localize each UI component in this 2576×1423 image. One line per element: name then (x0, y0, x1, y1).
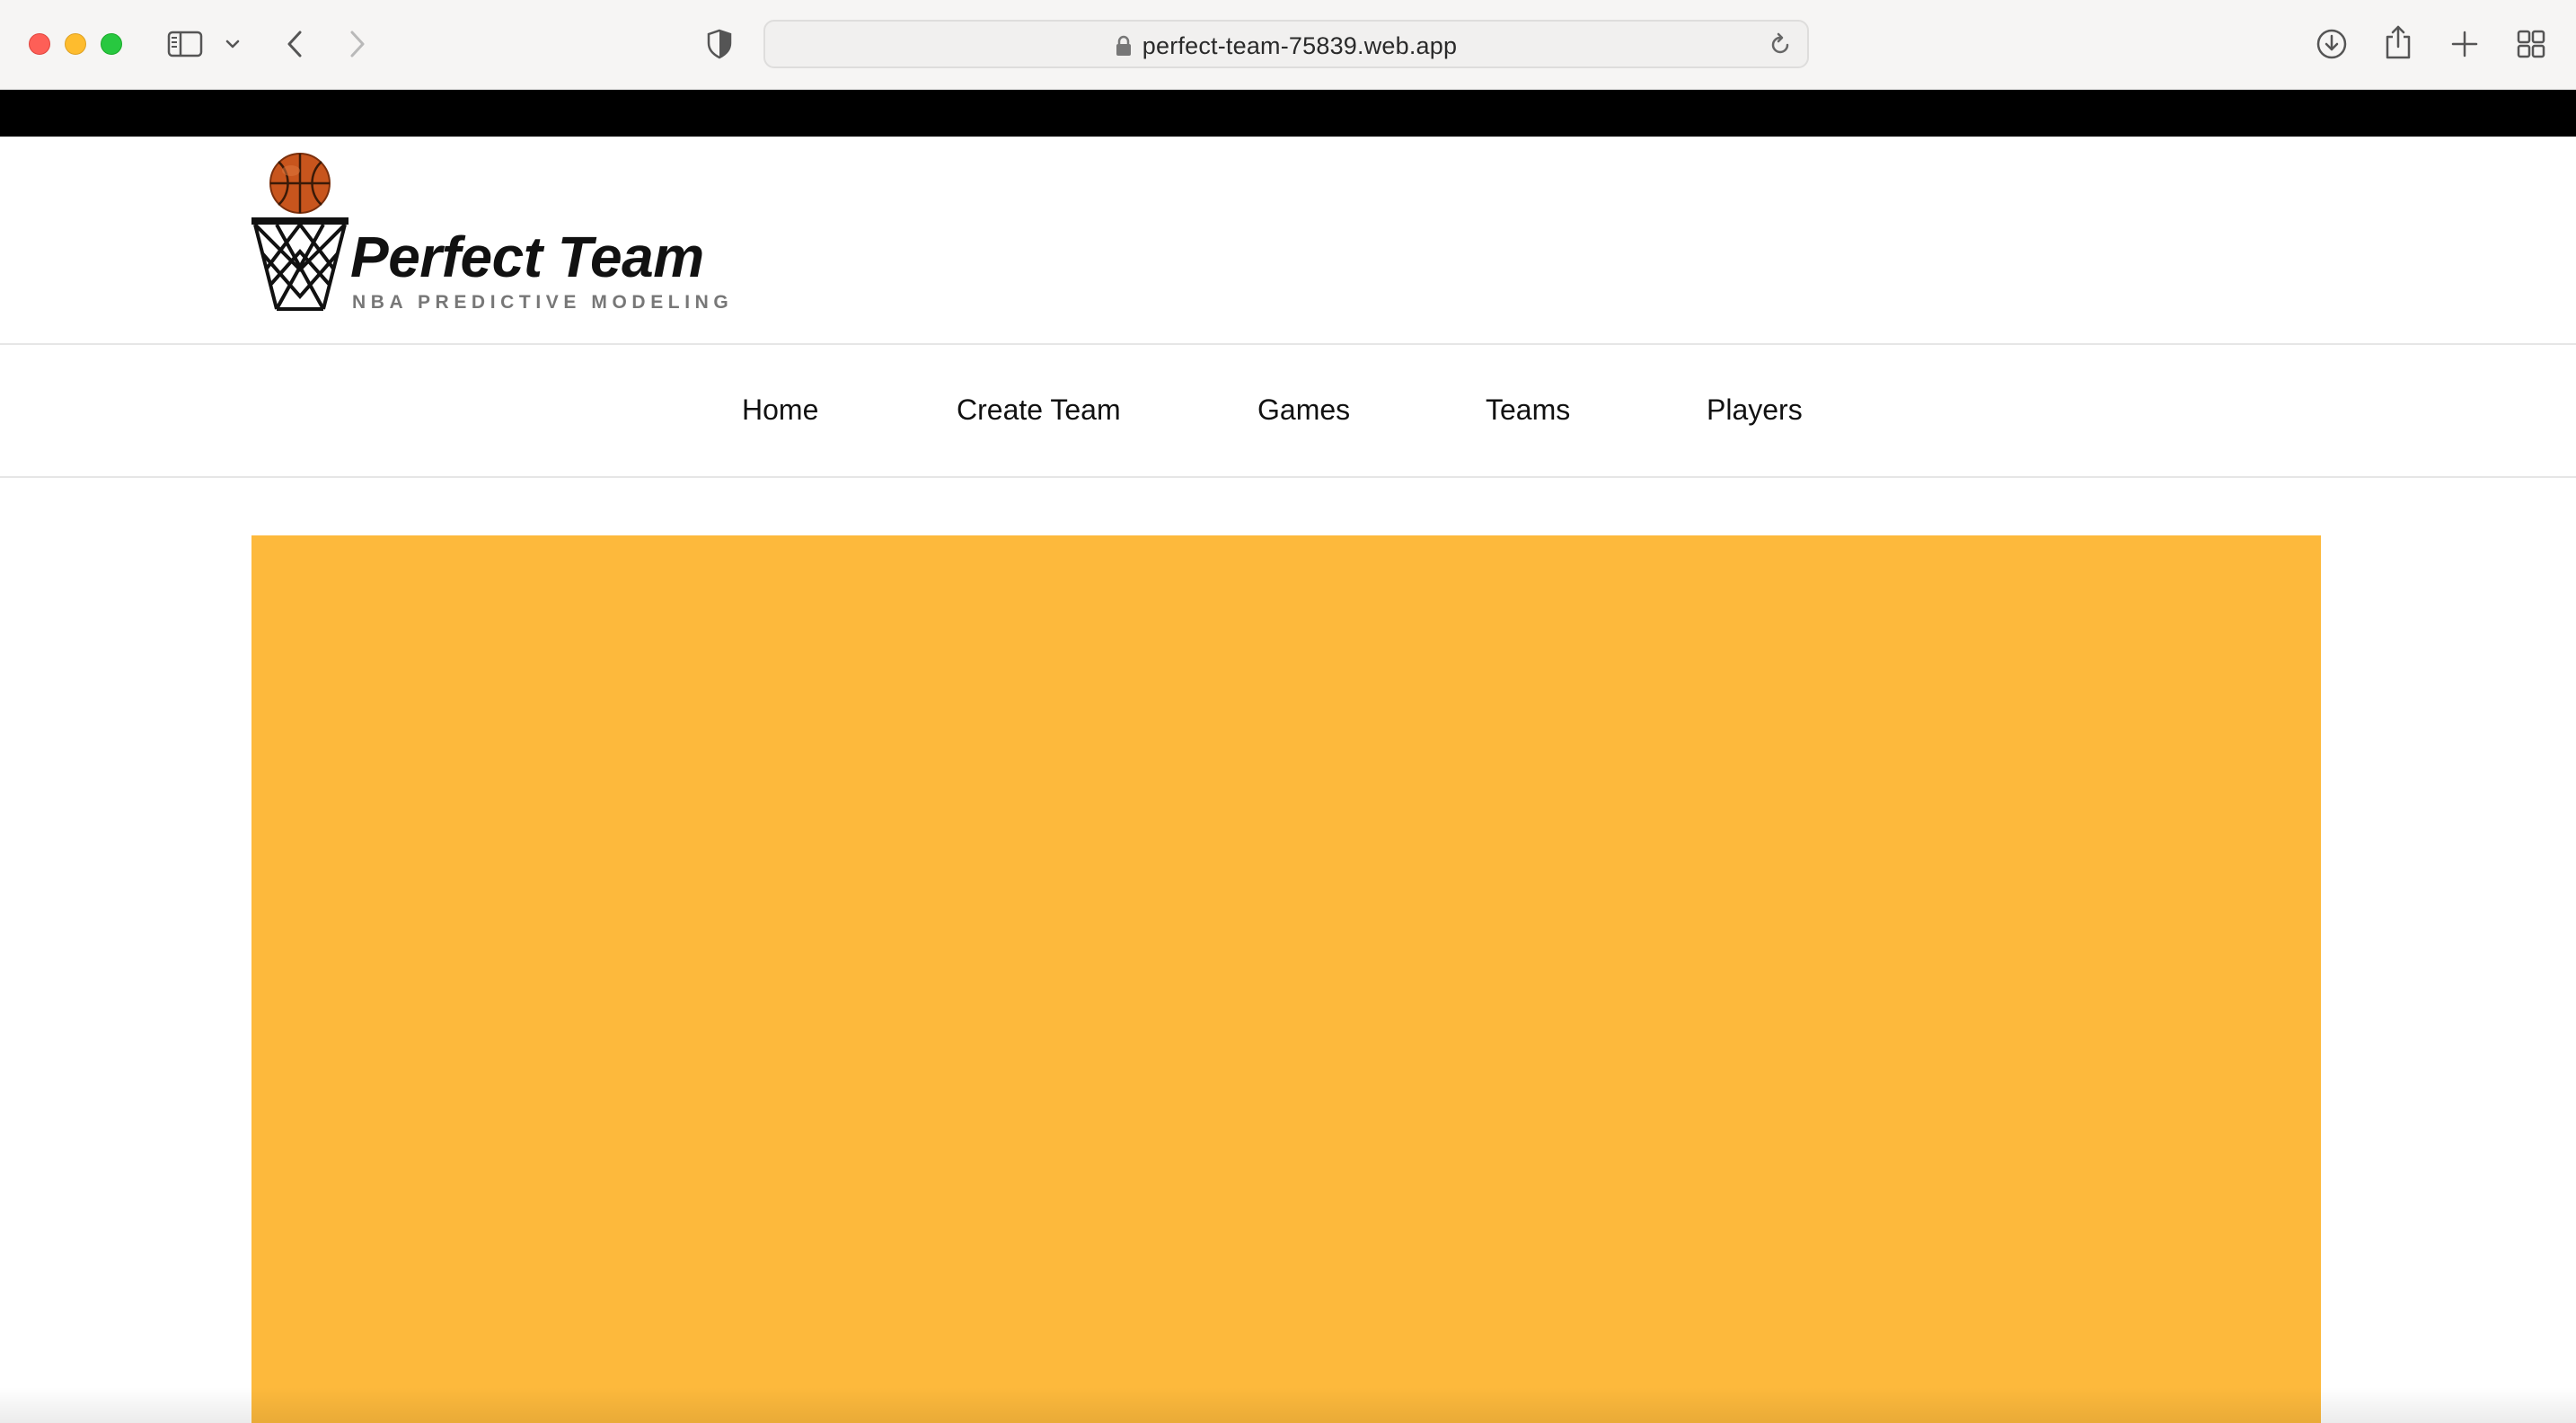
zoom-window-button[interactable] (101, 33, 122, 55)
forward-icon[interactable] (347, 29, 368, 59)
nav-home[interactable]: Home (742, 395, 818, 424)
reload-icon[interactable] (1768, 32, 1793, 57)
main-nav: Home Create Team Games Teams Players (0, 345, 2576, 478)
close-window-button[interactable] (29, 33, 50, 55)
lock-icon (1116, 35, 1131, 56)
browser-toolbar: perfect-team-75839.web.app (0, 0, 2576, 90)
tab-grid-icon[interactable] (2517, 30, 2545, 58)
nav-games[interactable]: Games (1257, 395, 1350, 424)
share-icon[interactable] (2384, 24, 2413, 60)
chevron-down-icon[interactable] (225, 38, 241, 50)
shield-icon[interactable] (706, 29, 733, 59)
basketball-hoop-icon (251, 153, 348, 311)
logo-title: Perfect Team (350, 225, 704, 289)
site-header: Perfect Team NBA PREDICTIVE MODELING (0, 137, 2576, 345)
url-text: perfect-team-75839.web.app (1142, 32, 1458, 59)
nav-teams[interactable]: Teams (1486, 395, 1570, 424)
minimize-window-button[interactable] (65, 33, 86, 55)
site-logo[interactable]: Perfect Team NBA PREDICTIVE MODELING (250, 153, 728, 314)
plus-icon[interactable] (2450, 30, 2479, 58)
download-icon[interactable] (2316, 28, 2348, 60)
logo-subtitle: NBA PREDICTIVE MODELING (352, 292, 734, 313)
nav-create-team[interactable]: Create Team (957, 395, 1121, 424)
back-icon[interactable] (284, 29, 305, 59)
nav-players[interactable]: Players (1707, 395, 1803, 424)
sidebar-icon[interactable] (167, 31, 203, 57)
address-bar[interactable]: perfect-team-75839.web.app (763, 20, 1809, 68)
top-bar (0, 90, 2576, 137)
hero-banner (251, 535, 2321, 1423)
